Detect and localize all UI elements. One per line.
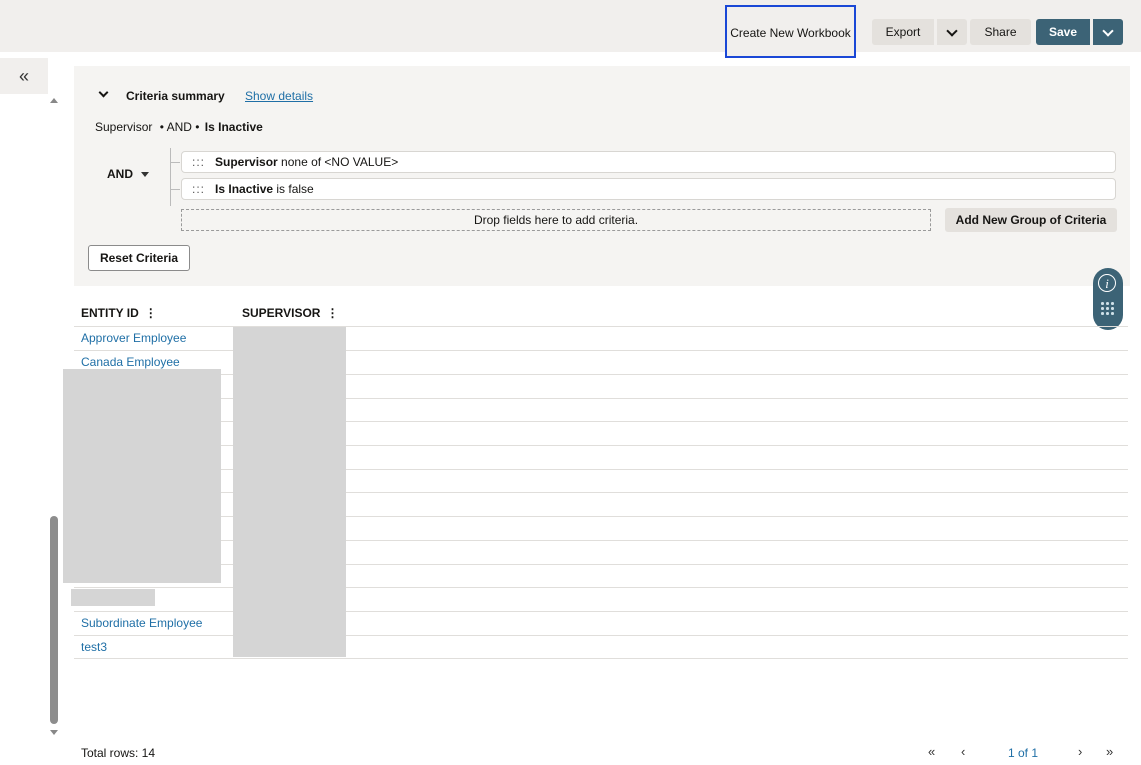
previous-page-button[interactable]: ‹ xyxy=(961,744,965,759)
tree-connector xyxy=(170,162,180,163)
caret-down-icon xyxy=(141,172,149,178)
criteria-condition: none of <NO VALUE> xyxy=(277,155,399,169)
group-operator-select[interactable]: AND xyxy=(107,167,149,181)
criteria-row[interactable]: ::: Supervisor none of <NO VALUE> xyxy=(181,151,1116,173)
column-menu-icon[interactable]: ⋮ xyxy=(326,306,338,320)
double-chevron-left-icon: « xyxy=(18,66,29,86)
floating-help-widget[interactable]: i xyxy=(1093,268,1123,330)
criteria-condition: is false xyxy=(273,182,314,196)
last-page-button[interactable]: » xyxy=(1106,744,1113,759)
reset-criteria-button[interactable]: Reset Criteria xyxy=(88,245,190,271)
vertical-scrollbar[interactable] xyxy=(50,98,58,748)
redacted-entity-id xyxy=(71,589,155,606)
save-dropdown-button[interactable] xyxy=(1093,19,1123,45)
table-row-entity-link[interactable]: Approver Employee xyxy=(81,331,186,345)
redacted-entity-ids xyxy=(63,369,221,583)
drag-grip-icon[interactable]: ::: xyxy=(192,155,205,169)
criteria-panel xyxy=(74,66,1130,286)
drag-grip-icon[interactable] xyxy=(1101,302,1115,316)
criteria-summary-text: Supervisor • AND • Is Inactive xyxy=(95,120,263,134)
criteria-drop-zone[interactable]: Drop fields here to add criteria. xyxy=(181,209,931,231)
table-row-entity-link[interactable]: Canada Employee xyxy=(81,355,180,369)
summary-operator: • AND • xyxy=(159,120,200,134)
scroll-up-arrow-icon[interactable] xyxy=(50,98,58,103)
tree-connector xyxy=(170,189,180,190)
redacted-supervisor-column xyxy=(233,327,346,657)
criteria-row[interactable]: ::: Is Inactive is false xyxy=(181,178,1116,200)
drag-grip-icon[interactable]: ::: xyxy=(192,182,205,196)
chevron-down-icon xyxy=(1102,25,1114,37)
column-header-entity-id[interactable]: ENTITY ID ⋮ xyxy=(81,306,157,320)
scroll-down-arrow-icon[interactable] xyxy=(50,730,58,735)
criteria-collapse-toggle[interactable] xyxy=(98,87,110,103)
add-new-group-button[interactable]: Add New Group of Criteria xyxy=(945,208,1117,232)
criteria-field: Supervisor xyxy=(215,155,278,169)
page-indicator: 1 of 1 xyxy=(1008,746,1039,760)
summary-field-is-inactive: Is Inactive xyxy=(204,120,263,134)
criteria-field: Is Inactive xyxy=(215,182,274,196)
row-divider xyxy=(74,658,1128,659)
first-page-button[interactable]: « xyxy=(928,744,935,759)
total-rows-count: Total rows: 14 xyxy=(81,746,156,760)
chevron-down-icon xyxy=(946,25,958,37)
show-details-link[interactable]: Show details xyxy=(245,89,313,103)
info-icon[interactable]: i xyxy=(1098,274,1116,292)
column-header-label: SUPERVISOR xyxy=(242,306,321,320)
column-menu-icon[interactable]: ⋮ xyxy=(145,306,157,320)
scrollbar-thumb[interactable] xyxy=(50,516,58,724)
share-button[interactable]: Share xyxy=(970,19,1031,45)
next-page-button[interactable]: › xyxy=(1078,744,1082,759)
save-button[interactable]: Save xyxy=(1036,19,1090,45)
column-header-supervisor[interactable]: SUPERVISOR ⋮ xyxy=(242,306,338,320)
create-new-workbook-button[interactable]: Create New Workbook xyxy=(725,5,856,58)
table-row-entity-link[interactable]: test3 xyxy=(81,640,107,654)
summary-field-supervisor: Supervisor xyxy=(95,120,153,134)
column-header-label: ENTITY ID xyxy=(81,306,139,320)
table-row-entity-link[interactable]: Subordinate Employee xyxy=(81,616,202,630)
collapse-sidebar-button[interactable]: « xyxy=(0,58,48,94)
tree-connector xyxy=(170,148,171,206)
export-dropdown-button[interactable] xyxy=(937,19,967,45)
criteria-summary-title: Criteria summary xyxy=(126,89,225,103)
group-operator-label: AND xyxy=(107,167,133,181)
export-button[interactable]: Export xyxy=(872,19,934,45)
